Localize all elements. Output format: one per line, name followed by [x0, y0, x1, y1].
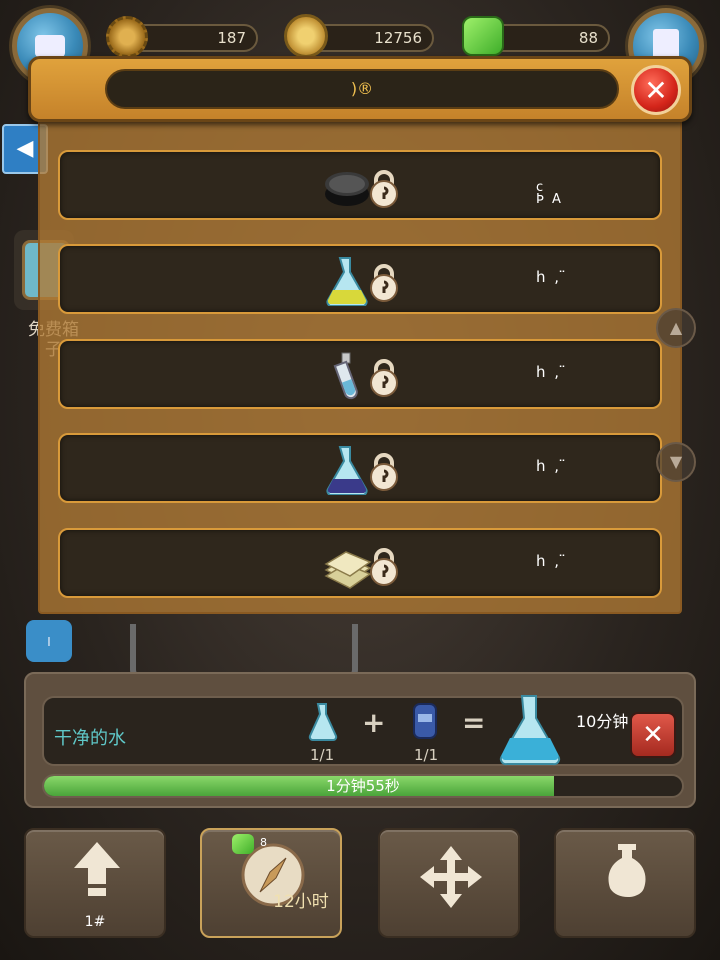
craft-progress-bar: 1分钟55秒 — [42, 774, 684, 798]
modal-title: )® — [105, 69, 619, 109]
close-icon: ✕ — [644, 73, 668, 107]
row-text: c Þ A — [536, 180, 563, 207]
upgrade-label: 1# — [84, 914, 106, 930]
vase-button[interactable] — [554, 828, 696, 938]
small-blue-button[interactable]: ı — [26, 620, 72, 662]
progress-text: 1分钟55秒 — [326, 777, 400, 795]
craft-time-label: 10分钟 — [576, 712, 629, 731]
gold-coin-icon — [284, 14, 328, 58]
gem-cost-badge — [232, 834, 254, 854]
ingredient-count: 1/1 — [310, 746, 335, 764]
plus-sign: + — [362, 706, 386, 739]
close-button[interactable]: ✕ — [631, 65, 681, 115]
gear-icon — [106, 16, 148, 58]
speedup-button[interactable]: 8 12小时 — [200, 828, 342, 938]
gears-count: 187 — [217, 29, 246, 47]
row-text: h , ̈ — [536, 552, 568, 570]
bottle-icon — [333, 352, 358, 400]
row-text: h , ̈ — [536, 363, 568, 381]
vase-icon — [608, 844, 646, 897]
move-arrows-icon — [420, 846, 482, 908]
lock-icon — [370, 170, 398, 208]
upgrade-arrow-icon — [74, 842, 120, 896]
clean-water-flask-icon — [499, 695, 561, 766]
scroll-up-button[interactable]: ▲ — [656, 308, 696, 348]
gold-count: 12756 — [374, 29, 422, 47]
row-text: h , ̈ — [536, 457, 568, 475]
green-gem-icon — [462, 16, 504, 56]
recipe-row[interactable]: c Þ A — [58, 150, 662, 220]
recipe-name: 干净的水 — [54, 728, 126, 749]
move-button[interactable] — [378, 828, 520, 938]
gems-count: 88 — [578, 29, 598, 47]
production-panel: 干净的水 1/1 + 1/1 = 10分钟 ✕ 1分钟55秒 — [24, 672, 696, 808]
current-recipe-bar: 干净的水 1/1 + 1/1 = 10分钟 ✕ — [42, 695, 684, 766]
lock-icon — [370, 359, 398, 397]
cancel-craft-button[interactable]: ✕ — [630, 712, 676, 758]
upgrade-button[interactable]: 1# — [24, 828, 166, 938]
ingredient-count: 1/1 — [414, 746, 439, 764]
briefcase-icon — [35, 35, 65, 57]
recipe-row[interactable]: h , ̈ — [58, 244, 662, 314]
close-icon: ✕ — [642, 720, 664, 750]
rubber-block-icon — [325, 172, 369, 206]
yellow-flask-icon — [326, 257, 368, 306]
blue-flask-icon — [326, 446, 368, 495]
recipe-row[interactable]: h , ̈ — [58, 528, 662, 598]
scroll-down-button[interactable]: ▼ — [656, 442, 696, 482]
modal-header: )® ✕ — [28, 56, 692, 122]
speedup-label: 12小时 — [273, 892, 329, 912]
equals-sign: = — [462, 706, 486, 739]
lock-icon — [370, 264, 398, 302]
recipe-row[interactable]: h , ̈ — [58, 433, 662, 503]
gem-cost: 8 — [260, 836, 267, 849]
water-can-icon — [413, 703, 437, 739]
lock-icon — [370, 453, 398, 491]
row-text: h , ̈ — [536, 268, 568, 286]
recipe-row[interactable]: h , ̈ — [58, 339, 662, 409]
paper-stack-icon — [324, 551, 372, 589]
lock-icon — [370, 548, 398, 586]
small-flask-icon — [308, 703, 338, 741]
